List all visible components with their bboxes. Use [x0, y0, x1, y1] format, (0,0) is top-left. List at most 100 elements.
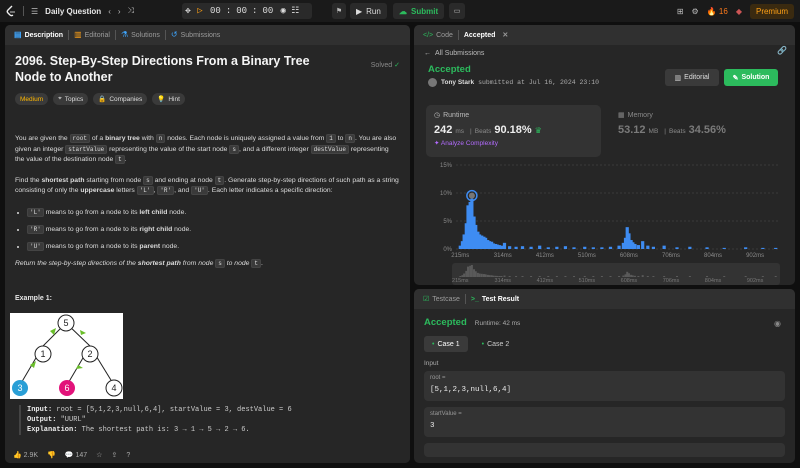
y-tick-label: 15%: [440, 163, 453, 169]
y-tick-label: 10%: [440, 191, 453, 197]
tab-submissions[interactable]: ↺ Submissions: [166, 25, 225, 45]
chart-bar: [502, 242, 507, 249]
text: node.: [160, 242, 180, 250]
inline-code: s: [215, 258, 225, 268]
streak-counter[interactable]: 🔥 16: [707, 7, 728, 16]
case-2-button[interactable]: • Case 2: [474, 336, 518, 352]
tab-label: Code: [436, 31, 453, 39]
bold-text: binary tree: [105, 135, 140, 142]
tab-code[interactable]: </> Code: [418, 25, 458, 45]
runtime-value: 242: [434, 124, 453, 136]
star-icon[interactable]: ☆: [96, 451, 102, 459]
tree-node-3: 3: [12, 380, 28, 396]
debug-icon[interactable]: ⚑: [332, 3, 346, 19]
share-icon[interactable]: ⇪: [111, 451, 117, 459]
button-label: Solution: [741, 74, 770, 81]
overview-tick-label: 510ms: [579, 278, 596, 284]
link-icon[interactable]: 🔗: [777, 46, 787, 55]
shuffle-icon[interactable]: ⤨: [128, 6, 134, 16]
premium-button[interactable]: Premium: [749, 3, 794, 19]
tab-accepted[interactable]: Accepted ✕: [459, 25, 513, 45]
list-item: 'U' means to go from a node to its paren…: [27, 238, 400, 255]
daily-question-link[interactable]: Daily Question: [45, 7, 101, 16]
tab-solutions[interactable]: ⚗ Solutions: [116, 25, 165, 45]
layout-icon[interactable]: ⊞: [677, 7, 684, 16]
dislike-icon[interactable]: 👎: [47, 451, 56, 459]
runtime-card[interactable]: ◷ Runtime 242 ms | Beats 90.18% ♛ ✦ Analy…: [426, 105, 601, 157]
chart-bar: [761, 247, 765, 249]
tab-test-result[interactable]: >_ Test Result: [466, 289, 524, 309]
timer-settings-icon[interactable]: ☷: [289, 3, 301, 19]
overview-bar: [600, 276, 603, 277]
companies-pill[interactable]: 🔒 Companies: [93, 93, 148, 105]
chart-bar: [774, 247, 778, 249]
node-label: 5: [63, 318, 68, 328]
editor-tabs: </> Code Accepted ✕: [414, 25, 795, 45]
solution-button[interactable]: ✎ Solution: [724, 69, 778, 86]
field-label: root =: [430, 375, 446, 381]
leetcode-logo-icon[interactable]: [6, 5, 16, 17]
avatar-icon[interactable]: ◆: [736, 7, 742, 16]
text: Return the step-by-step directions of th…: [15, 259, 138, 267]
tab-label: Testcase: [432, 295, 460, 303]
text: You are given the: [15, 135, 70, 142]
notes-icon[interactable]: ▭: [449, 3, 465, 19]
overview-bar: [521, 276, 524, 277]
tab-description[interactable]: ▤ Description: [9, 25, 68, 45]
back-link[interactable]: ← All Submissions: [414, 45, 795, 62]
y-tick-label: 5%: [443, 219, 452, 225]
beats-label: Beats: [668, 128, 686, 135]
tab-testcase[interactable]: ☑ Testcase: [418, 289, 465, 309]
runtime-beats: 90.18%: [494, 124, 532, 136]
difficulty-badge[interactable]: Medium: [15, 93, 49, 105]
overview-bar: [469, 265, 472, 277]
description-content: 2096. Step-By-Step Directions From a Bin…: [5, 45, 410, 310]
comments-button[interactable]: 💬 147: [65, 451, 87, 459]
analyze-complexity-link[interactable]: ✦ Analyze Complexity: [434, 139, 593, 147]
settings-icon[interactable]: ⚙: [692, 7, 699, 16]
bold-text: shortest path: [137, 259, 181, 267]
inline-code: n: [155, 134, 166, 143]
runtime-distribution-chart[interactable]: 15%10%5%0%215ms 314ms 412ms 510ms 608ms 706ms…: [414, 159, 795, 285]
input-field-root[interactable]: root = [5,1,2,3,null,6,4]: [424, 371, 785, 401]
run-button[interactable]: ▶ Run: [350, 3, 387, 19]
help-icon[interactable]: ?: [126, 452, 130, 459]
overview-bar: [663, 276, 666, 277]
overview-bar: [547, 276, 550, 277]
user-name[interactable]: Tony Stark: [441, 79, 474, 86]
overview-bar: [676, 276, 679, 277]
value: root = [5,1,2,3,null,6,4], startValue = …: [56, 406, 292, 414]
label: Input:: [27, 406, 53, 414]
tab-editorial[interactable]: ▥ Editorial: [69, 25, 115, 45]
input-field-destvalue[interactable]: [424, 443, 785, 457]
next-problem-icon[interactable]: ›: [118, 7, 121, 16]
lock-icon: 🔒: [98, 96, 107, 103]
submit-button[interactable]: ☁ Submit: [393, 3, 445, 19]
like-button[interactable]: 👍 2.9K: [13, 451, 38, 459]
play-icon: ▶: [356, 6, 363, 16]
chart-bar: [641, 241, 645, 249]
beats-label: Beats: [474, 128, 492, 135]
editorial-button[interactable]: ▥ Editorial: [665, 69, 719, 86]
topics-pill[interactable]: ⌖ Topics: [53, 93, 89, 105]
overview-bar: [480, 273, 483, 277]
eye-icon[interactable]: ◉: [277, 3, 289, 19]
chart-bar: [546, 247, 550, 249]
overview-bar: [626, 271, 629, 277]
drag-handle-icon[interactable]: ✥: [182, 3, 194, 19]
example-output: Output: "UURL": [27, 415, 292, 425]
chart-bar: [499, 245, 504, 249]
solved-badge: Solved ✓: [371, 61, 400, 69]
prev-problem-icon[interactable]: ‹: [108, 7, 111, 16]
problem-list-icon[interactable]: ☰: [31, 7, 38, 16]
hint-pill[interactable]: 💡 Hint: [152, 93, 185, 105]
memory-card[interactable]: ▦ Memory 53.12 MB | Beats 34.56%: [610, 105, 780, 157]
case-1-button[interactable]: • Case 1: [424, 336, 468, 352]
eye-icon[interactable]: ◉: [774, 319, 781, 328]
avatar[interactable]: [428, 78, 437, 87]
problem-title[interactable]: 2096. Step-By-Step Directions From a Bin…: [15, 53, 335, 85]
timer-play-icon[interactable]: ▷: [194, 3, 206, 19]
input-field-startvalue[interactable]: startValue = 3: [424, 407, 785, 437]
chart-bar: [572, 247, 576, 249]
close-icon[interactable]: ✕: [502, 31, 508, 39]
